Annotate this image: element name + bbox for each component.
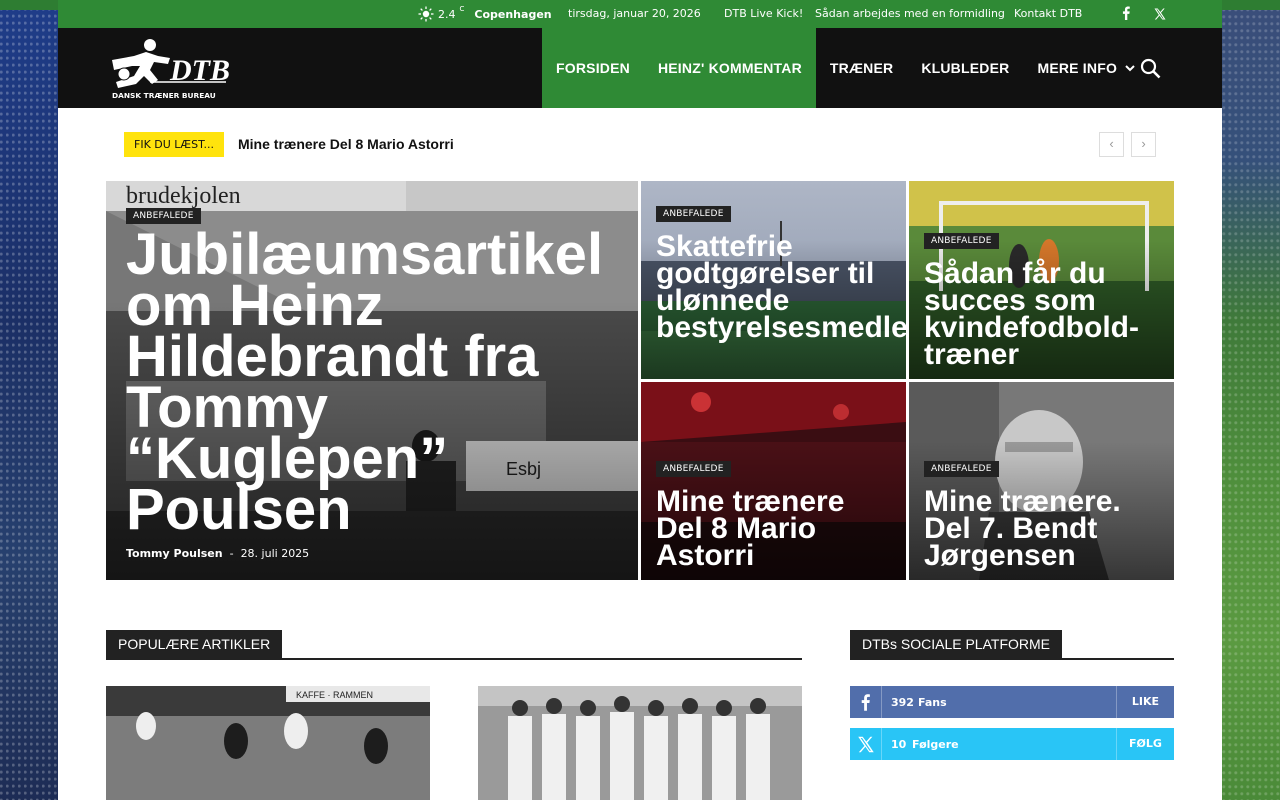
ticker-next-button[interactable]: › (1131, 132, 1156, 157)
article-author[interactable]: Tommy Poulsen (126, 547, 223, 560)
x-icon (858, 728, 882, 760)
facebook-icon[interactable] (1121, 6, 1131, 20)
stadium-background-left (0, 0, 58, 800)
featured-tile-title[interactable]: Sådan får du succes som kvindefodbold-tr… (924, 259, 1164, 370)
ticker-prev-button[interactable]: ‹ (1099, 132, 1124, 157)
category-badge[interactable]: ANBEFALEDE (924, 461, 999, 477)
logo-subtitle: DANSK TRÆNER BUREAU (112, 91, 216, 100)
featured-grid: brudekjolen Esbj ANBEFALEDE Jubilæumsart… (106, 181, 1174, 580)
page-wrapper: 2.4 C Copenhagen tirsdag, januar 20, 202… (58, 0, 1222, 800)
article-date: 28. juli 2025 (240, 547, 310, 560)
social-x-row[interactable]: 10 Følgere FØLG (850, 728, 1174, 760)
meta-separator: - (226, 547, 241, 560)
featured-tile-title[interactable]: Mine trænere. Del 7. Bendt Jørgensen (924, 487, 1164, 571)
category-badge[interactable]: ANBEFALEDE (656, 206, 731, 222)
nav-item-mere-info[interactable]: MERE INFO (1023, 28, 1149, 108)
social-facebook-row[interactable]: 392 Fans LIKE (850, 686, 1174, 718)
x-icon[interactable] (1154, 8, 1166, 20)
article-thumbnail: KAFFE · RAMMEN (106, 686, 430, 800)
top-link-formidling[interactable]: Sådan arbejdes med en formidling (815, 7, 1005, 20)
nav-label: KLUBLEDER (921, 60, 1010, 76)
background-strip (0, 0, 58, 10)
nav-item-traener[interactable]: TRÆNER (816, 28, 907, 108)
temperature: 2.4 (438, 7, 456, 21)
featured-tile-4[interactable]: ANBEFALEDE Mine trænere. Del 7. Bendt Jø… (909, 382, 1174, 580)
site-header: DTB DANSK TRÆNER BUREAU FORSIDEN HEINZ' … (58, 28, 1222, 108)
top-link-contact[interactable]: Kontakt DTB (1014, 7, 1082, 20)
news-ticker: FIK DU LÆST... Mine trænere Del 8 Mario … (124, 132, 1156, 157)
featured-tile-3[interactable]: ANBEFALEDE Mine trænere Del 8 Mario Asto… (641, 382, 906, 580)
category-badge[interactable]: ANBEFALEDE (924, 233, 999, 249)
background-strip (1222, 0, 1280, 10)
popular-article-thumb-2[interactable] (478, 686, 802, 800)
sun-icon (418, 6, 434, 22)
follow-button[interactable]: FØLG (1116, 728, 1174, 760)
social-count: 10 (891, 738, 907, 751)
featured-tile-title[interactable]: Mine trænere Del 8 Mario Astorri (656, 487, 896, 571)
nav-item-heinz-kommentar[interactable]: HEINZ' KOMMENTAR (643, 28, 816, 108)
nav-label: HEINZ' KOMMENTAR (657, 60, 802, 76)
featured-tile-2[interactable]: ANBEFALEDE Sådan får du succes som kvind… (909, 181, 1174, 379)
nav-item-klubleder[interactable]: KLUBLEDER (907, 28, 1023, 108)
featured-big-article[interactable]: brudekjolen Esbj ANBEFALEDE Jubilæumsart… (106, 181, 638, 580)
featured-tile-title[interactable]: Skattefrie godtgørelser til ulønnede bes… (656, 232, 906, 343)
popular-article-thumb-1[interactable]: KAFFE · RAMMEN (106, 686, 430, 800)
social-kind: Fans (918, 696, 947, 709)
social-kind: Følgere (912, 738, 959, 751)
nav-item-forsiden[interactable]: FORSIDEN (542, 28, 644, 108)
featured-tile-1[interactable]: ANBEFALEDE Skattefrie godtgørelser til u… (641, 181, 906, 379)
search-icon[interactable] (1140, 58, 1162, 80)
weather-widget: 2.4 C Copenhagen (418, 5, 552, 22)
top-bar: 2.4 C Copenhagen tirsdag, januar 20, 202… (58, 0, 1222, 28)
like-button[interactable]: LIKE (1116, 686, 1174, 718)
ticker-headline[interactable]: Mine trænere Del 8 Mario Astorri (238, 136, 454, 152)
stadium-background-right (1222, 0, 1280, 800)
nav-label: MERE INFO (1037, 60, 1118, 76)
dtb-logo[interactable]: DTB DANSK TRÆNER BUREAU (110, 38, 230, 100)
current-date: tirsdag, januar 20, 2026 (568, 7, 701, 20)
section-title: POPULÆRE ARTIKLER (106, 630, 283, 658)
main-nav: FORSIDEN HEINZ' KOMMENTAR TRÆNER KLUBLED… (542, 28, 1149, 108)
category-badge[interactable]: ANBEFALEDE (656, 461, 731, 477)
facebook-icon (861, 686, 882, 718)
nav-label: TRÆNER (829, 60, 894, 76)
weather-city: Copenhagen (474, 7, 552, 21)
nav-label: FORSIDEN (556, 60, 630, 76)
top-link-live-kick[interactable]: DTB Live Kick! (724, 7, 803, 20)
article-meta: Tommy Poulsen - 28. juli 2025 (126, 547, 309, 560)
temperature-unit: C (459, 5, 465, 13)
section-title: DTBs SOCIALE PLATFORME (850, 630, 1062, 658)
featured-big-title[interactable]: Jubilæumsartikel om Heinz Hildebrandt fr… (126, 226, 603, 539)
article-thumbnail (478, 686, 802, 800)
social-count: 392 (891, 696, 914, 709)
popular-section-header: POPULÆRE ARTIKLER (106, 630, 802, 660)
ticker-label: FIK DU LÆST... (124, 132, 225, 157)
svg-text:KAFFE · RAMMEN: KAFFE · RAMMEN (296, 690, 373, 700)
social-section-header: DTBs SOCIALE PLATFORME (850, 630, 1174, 660)
chevron-down-icon (1125, 64, 1135, 71)
